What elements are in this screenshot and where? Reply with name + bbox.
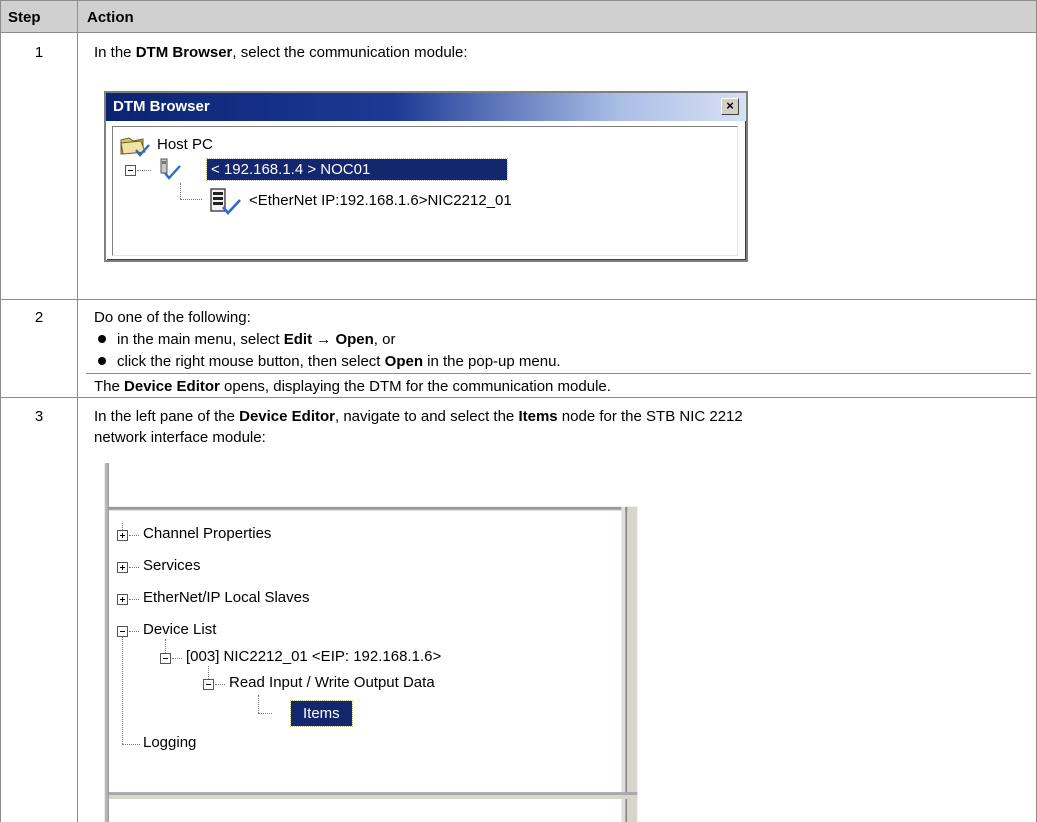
step-number-3: 3 xyxy=(34,408,44,425)
host-pc-icon xyxy=(120,137,150,157)
step-2-bullet-1: in the main menu, select Edit → Open, or xyxy=(98,331,395,348)
row-divider-2 xyxy=(0,397,1037,398)
tree-node-channel-properties[interactable]: Channel Properties xyxy=(143,525,271,542)
tree-connector xyxy=(172,658,182,659)
table-header-row: Step Action xyxy=(0,0,1037,33)
collapse-icon[interactable] xyxy=(117,626,128,637)
bullet-1-arrow: → xyxy=(312,331,336,348)
tree-node-host-pc[interactable]: Host PC xyxy=(157,136,213,153)
device-editor-tree-pane: Channel Properties Services EtherNet/IP … xyxy=(104,463,638,822)
bullet-icon xyxy=(98,335,106,344)
tree-node-noc01[interactable]: < 192.168.1.4 > NOC01 xyxy=(206,158,508,181)
tree-connector xyxy=(258,695,259,713)
tree-connector xyxy=(129,567,139,568)
step-2-bullet-2: click the right mouse button, then selec… xyxy=(98,353,561,370)
bullet-1-post: , or xyxy=(373,331,396,348)
tree-connector xyxy=(208,666,209,679)
collapse-icon[interactable] xyxy=(125,165,136,176)
step-1-instruction: In the DTM Browser, select the communica… xyxy=(94,44,468,61)
tree-connector xyxy=(122,637,123,744)
step-2-intro: Do one of the following: xyxy=(94,309,251,326)
tree-node-services[interactable]: Services xyxy=(143,557,201,574)
result-pre: The xyxy=(94,378,125,395)
tree-pane-frame xyxy=(104,463,638,822)
step-2-result: The Device Editor opens, displaying the … xyxy=(94,378,611,395)
step-number-2: 2 xyxy=(34,309,44,326)
table-column-divider xyxy=(77,0,78,822)
header-step: Step xyxy=(8,9,41,26)
collapse-icon[interactable] xyxy=(160,653,171,664)
tree-connector xyxy=(129,535,139,536)
expand-icon[interactable] xyxy=(117,562,128,573)
bullet-2-open: Open xyxy=(384,353,423,370)
tree-connector xyxy=(137,170,151,171)
table-border-left xyxy=(0,0,1,822)
tree-node-read-write-data[interactable]: Read Input / Write Output Data xyxy=(229,674,435,691)
close-icon[interactable]: × xyxy=(721,98,739,115)
collapse-icon[interactable] xyxy=(203,679,214,690)
step-1-text-bold: DTM Browser xyxy=(135,44,233,61)
tree-connector xyxy=(180,183,181,199)
tree-node-nic2212-device[interactable]: [003] NIC2212_01 <EIP: 192.168.1.6> xyxy=(186,648,441,665)
nic-device-icon xyxy=(210,188,241,215)
step-3-items: Items xyxy=(518,408,558,425)
tree-connector xyxy=(165,639,166,653)
step-3-line-2: network interface module: xyxy=(94,429,266,446)
tree-node-items[interactable]: Items xyxy=(290,700,353,727)
result-post: opens, displaying the DTM for the commun… xyxy=(219,378,611,395)
bullet-1-open: Open xyxy=(335,331,374,348)
tree-connector xyxy=(258,713,272,714)
step-3-pre: In the left pane of the xyxy=(94,408,240,425)
bullet-2-post: in the pop-up menu. xyxy=(423,353,561,370)
tree-node-device-list[interactable]: Device List xyxy=(143,621,216,638)
step-1-text-post: , select the communication module: xyxy=(232,44,468,61)
tree-node-local-slaves[interactable]: EtherNet/IP Local Slaves xyxy=(143,589,309,606)
tree-node-logging[interactable]: Logging xyxy=(143,734,196,751)
bullet-2-pre: click the right mouse button, then selec… xyxy=(117,353,385,370)
step-number-1: 1 xyxy=(34,44,44,61)
communication-module-icon xyxy=(160,158,181,180)
tree-connector xyxy=(122,523,123,530)
step-3-line-1: In the left pane of the Device Editor, n… xyxy=(94,408,743,425)
row-divider-1 xyxy=(0,299,1037,300)
header-action: Action xyxy=(87,9,134,26)
bullet-1-edit: Edit xyxy=(283,331,313,348)
tree-connector xyxy=(129,599,139,600)
result-device-editor: Device Editor xyxy=(124,378,220,395)
bullet-icon xyxy=(98,357,106,366)
tree-node-nic2212[interactable]: <EtherNet IP:192.168.1.6>NIC2212_01 xyxy=(249,192,512,209)
dtm-browser-window: DTM Browser × Host PC < 192.168.1.4 > NO… xyxy=(104,91,748,262)
step-3-mid: , navigate to and select the xyxy=(334,408,519,425)
step-3-post: node for the STB NIC 2212 xyxy=(557,408,743,425)
tree-connector xyxy=(122,744,140,745)
dtm-browser-title: DTM Browser xyxy=(113,98,210,115)
tree-connector xyxy=(180,199,202,200)
dtm-browser-titlebar: DTM Browser × xyxy=(106,93,746,121)
bullet-1-pre: in the main menu, select xyxy=(117,331,284,348)
step-1-text-pre: In the xyxy=(94,44,136,61)
tree-connector xyxy=(215,684,225,685)
step-2-separator xyxy=(86,373,1031,374)
dtm-browser-tree: Host PC < 192.168.1.4 > NOC01 <EtherNet … xyxy=(112,126,738,256)
step-3-device-editor: Device Editor xyxy=(239,408,335,425)
tree-connector xyxy=(129,631,139,632)
expand-icon[interactable] xyxy=(117,530,128,541)
expand-icon[interactable] xyxy=(117,594,128,605)
